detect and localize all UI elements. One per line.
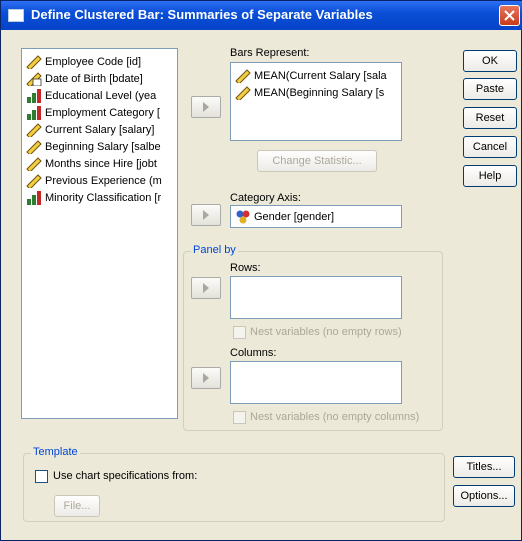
change-statistic-button[interactable]: Change Statistic... — [257, 150, 377, 172]
ruler-icon — [26, 139, 42, 154]
columns-list[interactable] — [230, 361, 402, 404]
rows-label: Rows: — [230, 262, 261, 274]
options-button[interactable]: Options... — [453, 485, 515, 507]
paste-button[interactable]: Paste — [463, 78, 517, 100]
ordinal-bar-icon — [27, 88, 41, 103]
list-item-label: Educational Level (yea — [45, 89, 157, 102]
help-button[interactable]: Help — [463, 165, 517, 187]
ruler-icon — [26, 173, 42, 188]
cancel-button[interactable]: Cancel — [463, 136, 517, 158]
list-item[interactable]: Minority Classification [r — [26, 189, 161, 206]
ok-button[interactable]: OK — [463, 50, 517, 72]
move-to-rows-button[interactable] — [191, 277, 221, 299]
ruler-icon — [235, 68, 251, 83]
nest-columns-label: Nest variables (no empty columns) — [250, 411, 420, 423]
move-to-bars-button[interactable] — [191, 96, 221, 118]
app-icon — [8, 9, 24, 22]
ruler-icon — [26, 122, 42, 137]
move-to-columns-button[interactable] — [191, 367, 221, 389]
rows-list[interactable] — [230, 276, 402, 319]
ruler-icon — [235, 85, 251, 100]
list-item-label: Months since Hire [jobt — [45, 157, 157, 170]
list-item-label: Minority Classification [r — [45, 191, 162, 204]
nest-columns-checkbox[interactable] — [233, 411, 246, 424]
template-title: Template — [31, 446, 80, 458]
category-axis-value: Gender [gender] — [254, 210, 335, 223]
ordinal-bar-icon — [27, 105, 41, 120]
bars-represent-label: Bars Represent: — [230, 47, 310, 59]
window-title: Define Clustered Bar: Summaries of Separ… — [31, 7, 373, 22]
variable-list[interactable]: Employee Code [id] Date of Birth [bdate]… — [21, 48, 178, 419]
nominal-icon — [236, 210, 250, 224]
list-item[interactable]: Educational Level (yea — [26, 87, 156, 104]
list-item-label: MEAN(Beginning Salary [s — [254, 86, 385, 99]
right-arrow-icon — [203, 210, 209, 220]
close-icon — [504, 10, 515, 21]
category-axis-label: Category Axis: — [230, 192, 301, 204]
move-to-category-axis-button[interactable] — [191, 204, 221, 226]
list-item[interactable]: Date of Birth [bdate] — [26, 70, 143, 87]
right-arrow-icon — [203, 102, 209, 112]
list-item[interactable]: Employee Code [id] — [26, 53, 141, 70]
list-item[interactable]: Employment Category [ — [26, 104, 160, 121]
category-axis-item[interactable]: Gender [gender] — [235, 208, 334, 225]
list-item[interactable]: Months since Hire [jobt — [26, 155, 157, 172]
list-item-label: MEAN(Current Salary [sala — [254, 69, 387, 82]
close-button[interactable] — [499, 5, 520, 26]
nest-rows-checkbox[interactable] — [233, 326, 246, 339]
list-item-label: Current Salary [salary] — [45, 123, 155, 136]
file-button[interactable]: File... — [54, 495, 100, 517]
titles-button[interactable]: Titles... — [453, 456, 515, 478]
right-arrow-icon — [203, 283, 209, 293]
category-axis-field[interactable]: Gender [gender] — [230, 205, 402, 228]
title-bar[interactable]: Define Clustered Bar: Summaries of Separ… — [1, 1, 522, 30]
list-item-label: Beginning Salary [salbe — [45, 140, 161, 153]
reset-button[interactable]: Reset — [463, 107, 517, 129]
dialog-window: Define Clustered Bar: Summaries of Separ… — [0, 0, 522, 541]
list-item[interactable]: MEAN(Current Salary [sala — [235, 67, 387, 84]
columns-label: Columns: — [230, 347, 277, 359]
date-ruler-icon — [26, 71, 42, 86]
list-item[interactable]: MEAN(Beginning Salary [s — [235, 84, 384, 101]
ordinal-bar-icon — [27, 190, 41, 205]
list-item-label: Employment Category [ — [45, 106, 160, 119]
list-item-label: Date of Birth [bdate] — [45, 72, 143, 85]
list-item-label: Previous Experience (m — [45, 174, 162, 187]
list-item[interactable]: Previous Experience (m — [26, 172, 162, 189]
ruler-icon — [26, 54, 42, 69]
list-item[interactable]: Current Salary [salary] — [26, 121, 154, 138]
panel-by-title: Panel by — [191, 244, 238, 256]
bars-represent-list[interactable]: MEAN(Current Salary [sala MEAN(Beginning… — [230, 62, 402, 141]
ruler-icon — [26, 156, 42, 171]
nest-rows-label: Nest variables (no empty rows) — [250, 326, 402, 338]
list-item[interactable]: Beginning Salary [salbe — [26, 138, 161, 155]
use-chart-specs-checkbox[interactable] — [35, 470, 48, 483]
right-arrow-icon — [203, 373, 209, 383]
use-chart-specs-label: Use chart specifications from: — [53, 470, 198, 482]
list-item-label: Employee Code [id] — [45, 55, 141, 68]
